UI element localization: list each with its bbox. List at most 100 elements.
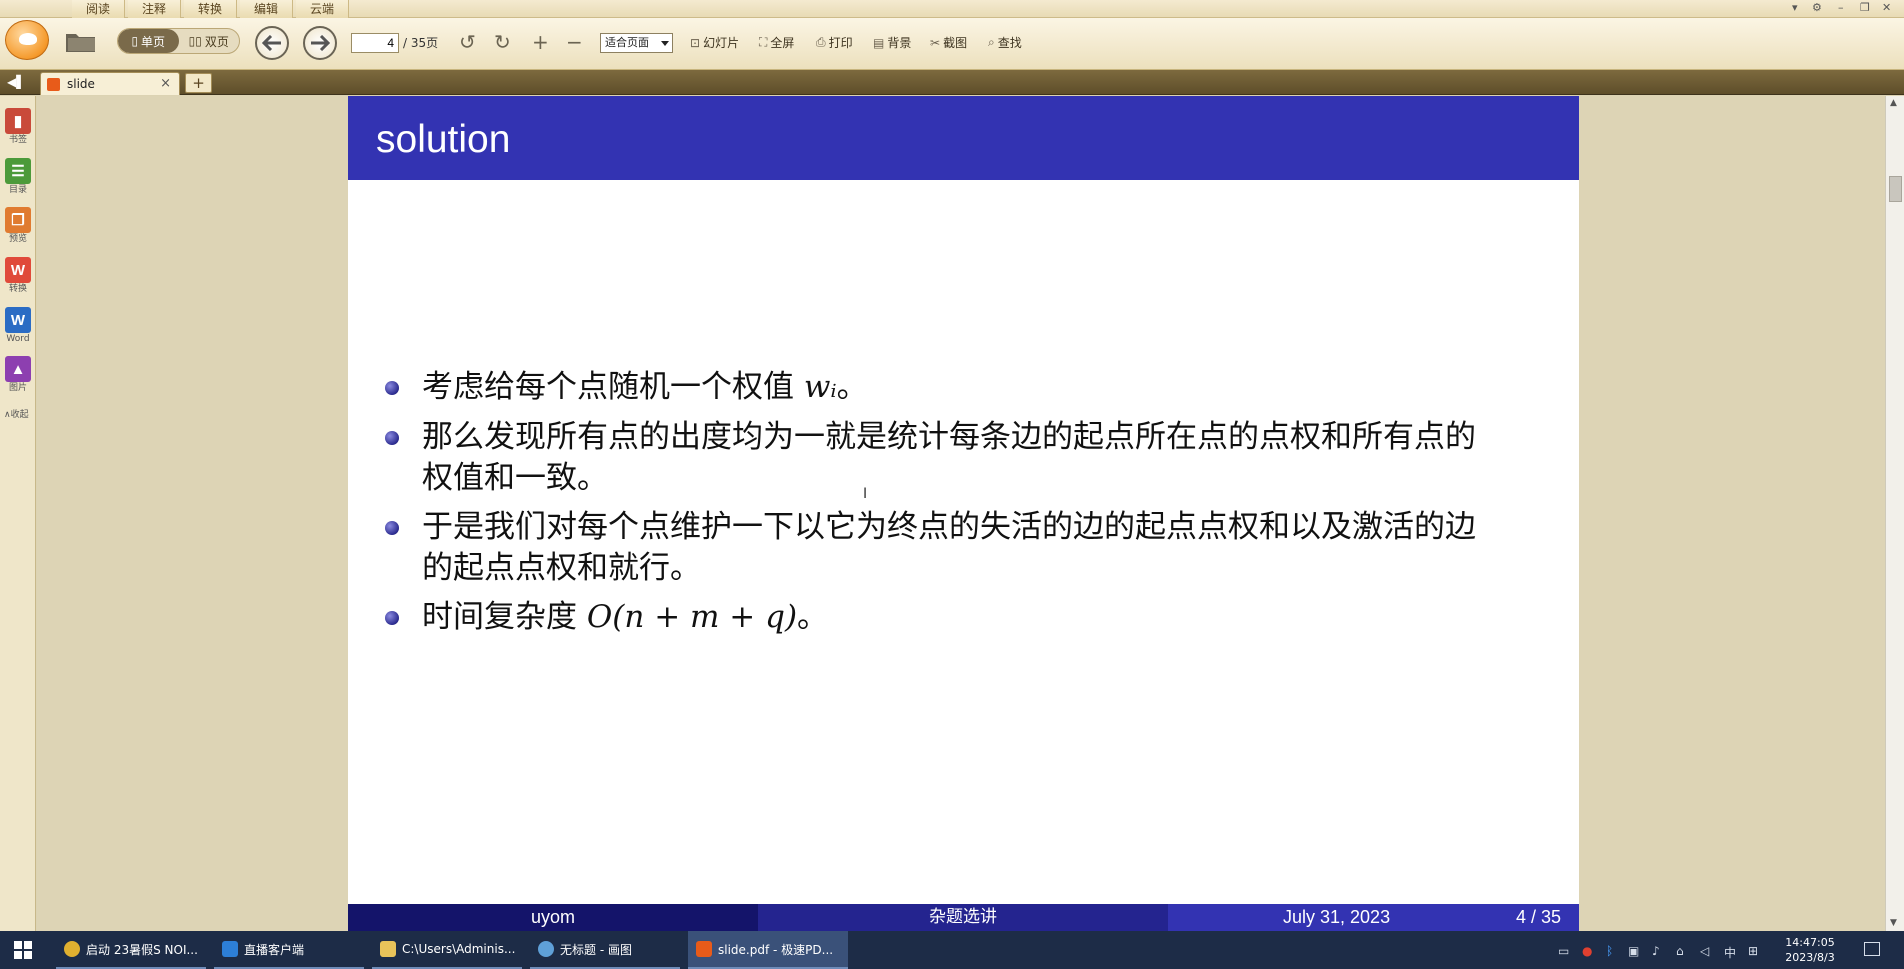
tab-row: ◀▌ slide × + — [0, 70, 1904, 95]
volume-icon[interactable]: ◁ — [1700, 944, 1709, 958]
slide-header: solution — [348, 96, 1579, 180]
left-sidebar: ▮ 书签 ☰ 目录 ❐ 预览 W 转换 W Word ▲ 图片 ∧收起 — [0, 96, 36, 931]
network-icon[interactable]: ⌂ — [1676, 944, 1684, 958]
print-button[interactable]: ⎙ 打印 — [816, 34, 853, 51]
scroll-thumb[interactable] — [1889, 176, 1902, 202]
taskbar: 启动 23暑假S NOI... 直播客户端 C:\Users\Adminis..… — [0, 931, 1904, 969]
vertical-scrollbar[interactable]: ▲ ▼ — [1885, 96, 1904, 931]
scroll-down-icon[interactable]: ▼ — [1890, 918, 1897, 928]
scroll-up-icon[interactable]: ▲ — [1890, 98, 1897, 108]
find-button[interactable]: ⌕ 查找 — [988, 34, 1022, 51]
footer-author: uyom — [348, 904, 758, 931]
keyboard-icon[interactable]: ⊞ — [1748, 944, 1758, 958]
sidebar-item-preview[interactable]: ❐ 预览 — [3, 207, 33, 245]
start-button[interactable] — [0, 931, 46, 969]
settings-icon[interactable]: ⚙ — [1812, 1, 1822, 15]
open-folder-icon[interactable] — [63, 26, 99, 56]
screenshot-button[interactable]: ✂ 截图 — [930, 34, 967, 51]
app-logo-icon[interactable] — [5, 20, 49, 60]
taskbar-item-live-client[interactable]: 直播客户端 — [214, 931, 364, 969]
fullscreen-button[interactable]: ⛶ 全屏 — [759, 34, 794, 51]
new-tab-button[interactable]: + — [185, 73, 212, 93]
record-icon[interactable]: ● — [1582, 944, 1592, 958]
clock-date: 2023/8/3 — [1785, 951, 1835, 964]
slide-footer: uyom 杂题选讲 July 31, 2023 4 / 35 — [348, 904, 1579, 931]
taskbar-item-paint[interactable]: 无标题 - 画图 — [530, 931, 680, 969]
cloud-icon — [222, 941, 238, 957]
page-mode-toggle: ▯ 单页 ▯▯ 双页 — [117, 28, 240, 54]
ime-indicator[interactable]: 中 — [1724, 944, 1736, 961]
fullscreen-icon: ⛶ — [759, 35, 768, 49]
taskbar-item-pdf-reader[interactable]: slide.pdf - 极速PD... — [688, 931, 848, 969]
menu-tab-cloud[interactable]: 云端 — [296, 0, 350, 18]
skin-icon[interactable]: ▾ — [1792, 1, 1798, 15]
zoom-in-icon[interactable]: + — [532, 30, 549, 54]
outline-icon: ☰ — [5, 158, 31, 184]
toolbar: ▯ 单页 ▯▯ 双页 / 35页 ↺ ↻ + − 适合页面 ⊡ 幻灯片 ⛶ 全屏… — [0, 18, 1904, 70]
taskbar-item-chrome[interactable]: 启动 23暑假S NOI... — [56, 931, 206, 969]
bullet-item: 那么发现所有点的出度均为一就是统计每条边的起点所在点的点权和所有点的权值和一致。 — [385, 417, 1502, 499]
taskbar-item-explorer[interactable]: C:\Users\Adminis... — [372, 931, 522, 969]
bluetooth-icon[interactable]: ᛒ — [1606, 944, 1613, 958]
double-page-button[interactable]: ▯▯ 双页 — [179, 29, 240, 53]
slideshow-button[interactable]: ⊡ 幻灯片 — [690, 34, 739, 51]
arrow-left-icon — [262, 35, 281, 51]
rotate-left-icon[interactable]: ↺ — [459, 30, 476, 54]
rotate-right-icon[interactable]: ↻ — [494, 30, 511, 54]
text-cursor-icon: I — [863, 486, 868, 502]
background-button[interactable]: ▤ 背景 — [873, 34, 911, 51]
bullet-item: 于是我们对每个点维护一下以它为终点的失活的边的起点点权和以及激活的边的起点点权和… — [385, 507, 1502, 589]
pdf-page: solution 考虑给每个点随机一个权值 wᵢ。 那么发现所有点的出度均为一就… — [348, 96, 1579, 931]
folder-icon — [380, 941, 396, 957]
menu-bar: 阅读 注释 转换 编辑 云端 ▾ ⚙ – ❐ ✕ — [0, 0, 1904, 18]
menu-tab-read[interactable]: 阅读 — [72, 0, 126, 18]
close-window-icon[interactable]: ✕ — [1882, 1, 1891, 15]
minimize-icon[interactable]: – — [1838, 1, 1844, 15]
menu-tab-edit[interactable]: 编辑 — [240, 0, 294, 18]
next-page-button[interactable] — [303, 26, 337, 60]
chrome-icon — [64, 941, 80, 957]
double-page-icon: ▯▯ — [188, 34, 202, 48]
projector-icon: ⊡ — [690, 35, 701, 50]
search-icon: ⌕ — [988, 35, 995, 49]
arrow-right-icon — [311, 35, 330, 51]
page-number-input[interactable] — [351, 33, 399, 53]
prev-page-button[interactable] — [255, 26, 289, 60]
menu-tab-annotate[interactable]: 注释 — [128, 0, 182, 18]
sidebar-item-word[interactable]: W Word — [3, 307, 33, 345]
scissors-icon: ✂ — [930, 35, 941, 50]
tab-slide[interactable]: slide × — [40, 72, 180, 95]
sidebar-item-image[interactable]: ▲ 图片 — [3, 356, 33, 394]
bullet-item: 考虑给每个点随机一个权值 wᵢ。 — [385, 367, 1502, 408]
bullet-item: 时间复杂度 O(n + m + q)。 — [385, 597, 1502, 638]
notification-icon[interactable] — [1864, 942, 1880, 956]
collapse-sidebar-icon[interactable]: ◀▌ — [7, 75, 25, 89]
display-icon[interactable]: ▣ — [1628, 944, 1639, 958]
single-page-icon: ▯ — [131, 34, 139, 48]
microphone-icon[interactable]: ♪ — [1652, 944, 1660, 958]
sidebar-item-bookmarks[interactable]: ▮ 书签 — [3, 108, 33, 146]
close-tab-icon[interactable]: × — [160, 76, 171, 91]
pdf-file-icon — [47, 78, 60, 91]
sidebar-item-convert[interactable]: W 转换 — [3, 257, 33, 295]
system-clock[interactable]: 14:47:05 2023/8/3 — [1770, 935, 1850, 965]
image-icon: ▲ — [5, 356, 31, 382]
zoom-select[interactable]: 适合页面 — [600, 33, 673, 53]
sidebar-item-outline[interactable]: ☰ 目录 — [3, 158, 33, 196]
restore-icon[interactable]: ❐ — [1860, 1, 1870, 15]
page-total-label: / 35页 — [403, 36, 439, 50]
chevron-down-icon — [661, 41, 669, 46]
convert-icon: W — [5, 257, 31, 283]
bookmark-icon: ▮ — [5, 108, 31, 134]
thumbnail-icon: ❐ — [5, 207, 31, 233]
battery-icon[interactable]: ▭ — [1558, 944, 1569, 958]
zoom-out-icon[interactable]: − — [566, 30, 583, 54]
footer-title: 杂题选讲 — [758, 904, 1168, 931]
bullet-icon — [385, 611, 399, 625]
pdf-app-icon — [696, 941, 712, 957]
bullet-icon — [385, 521, 399, 535]
collapse-sidebar-button[interactable]: ∧收起 — [4, 407, 29, 420]
single-page-button[interactable]: ▯ 单页 — [118, 29, 179, 53]
background-icon: ▤ — [873, 35, 885, 50]
menu-tab-convert[interactable]: 转换 — [184, 0, 238, 18]
